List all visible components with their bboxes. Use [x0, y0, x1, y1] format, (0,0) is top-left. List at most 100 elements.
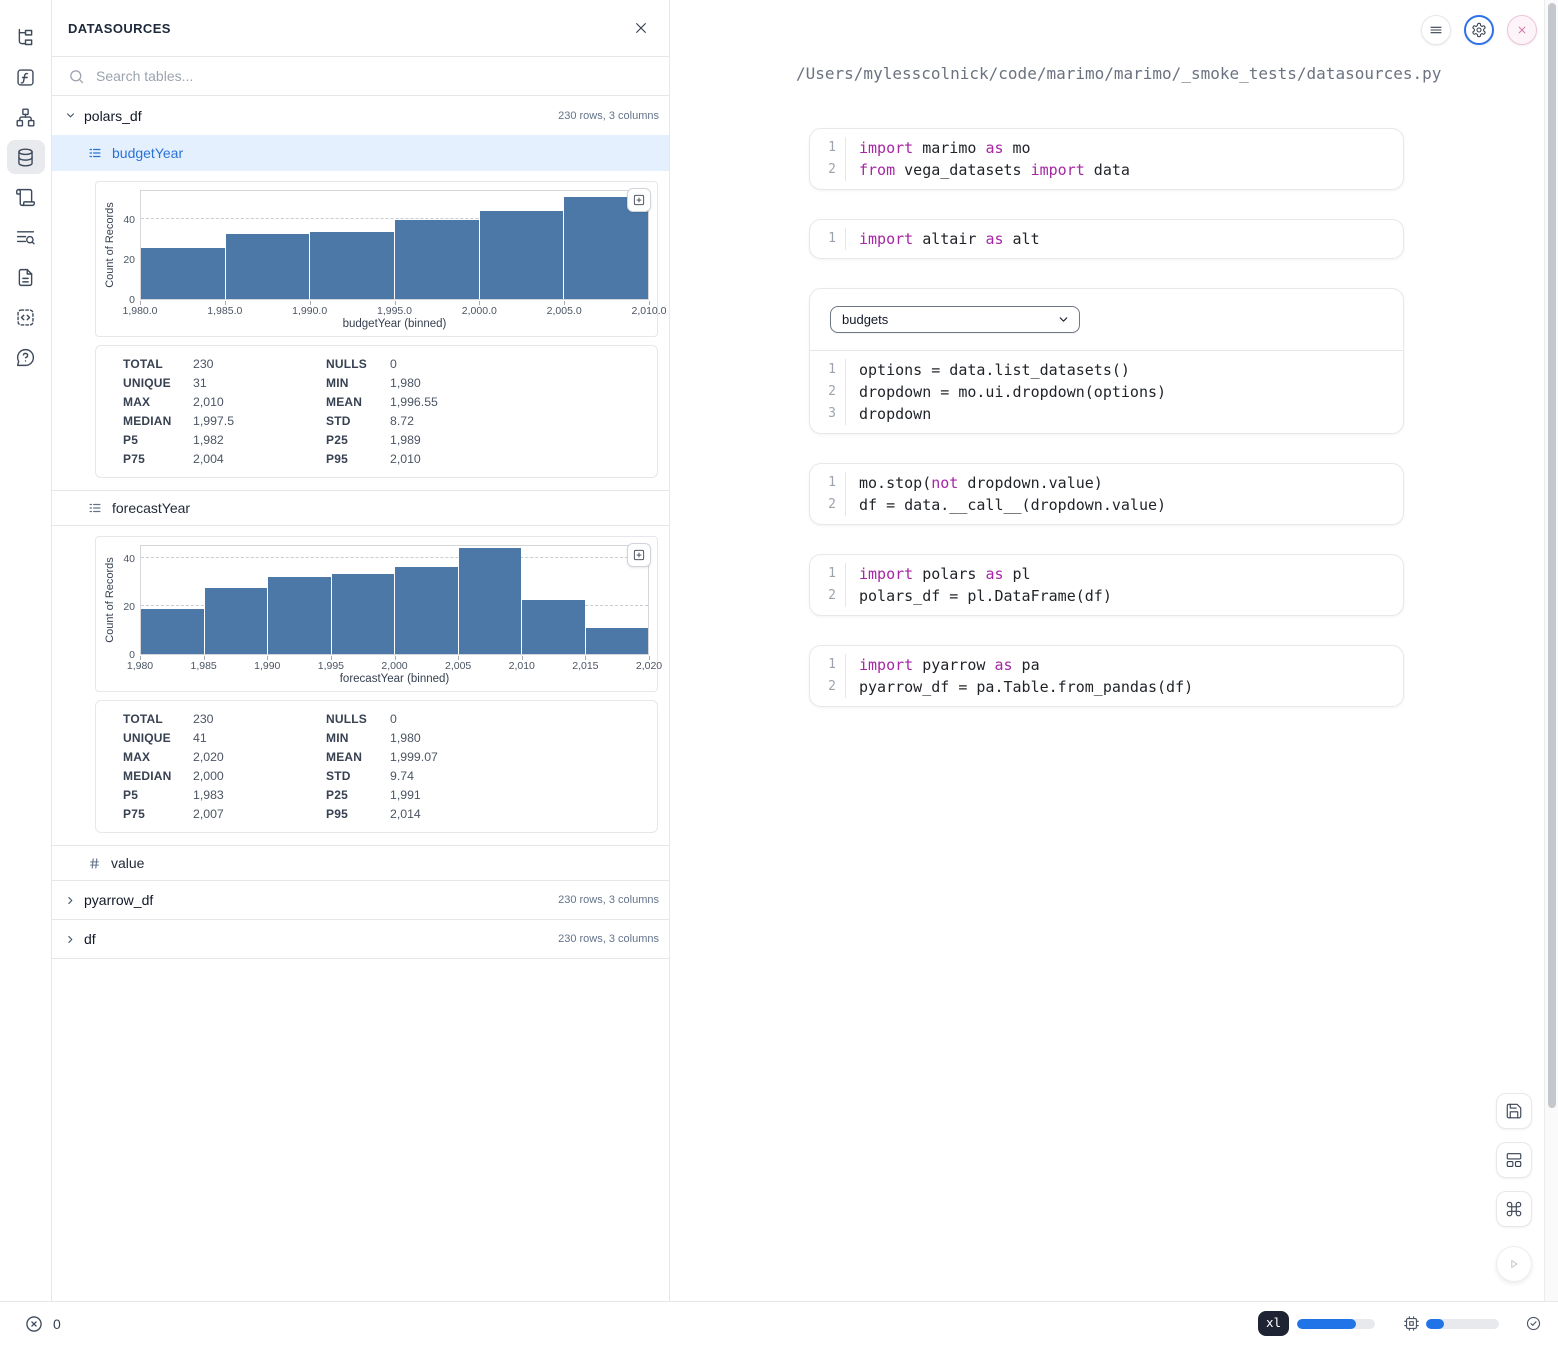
chevron-down-icon — [1057, 313, 1070, 326]
keyword-token: import — [859, 230, 913, 248]
code-text: import altair as alt — [846, 228, 1040, 250]
code-line: 2pyarrow_df = pa.Table.from_pandas(df) — [810, 676, 1403, 698]
cells-container: 1 import marimo as mo2from vega_datasets … — [809, 128, 1404, 707]
sidebar-item-scratchpad[interactable] — [7, 180, 45, 214]
stat-label: P95 — [326, 452, 390, 466]
code-cell[interactable]: 1import pyarrow as pa2pyarrow_df = pa.Ta… — [809, 645, 1404, 707]
sidebar-item-file-tree[interactable] — [7, 20, 45, 54]
stat-label: UNIQUE — [123, 731, 193, 745]
code-token: options = data.list_datasets() — [859, 361, 1130, 379]
connection-status[interactable] — [1525, 1315, 1542, 1332]
cpu-usage-fill — [1426, 1319, 1444, 1329]
code-cell[interactable]: budgets 1 options = data.list_datasets() 2d… — [809, 288, 1404, 434]
code-line: 2polars_df = pl.DataFrame(df) — [810, 585, 1403, 607]
x-tick-label: 2,010 — [509, 660, 535, 672]
table-row-pyarrow-df[interactable]: pyarrow_df 230 rows, 3 columns — [52, 881, 669, 920]
menu-button[interactable] — [1421, 15, 1451, 45]
code-token: dropdown — [859, 405, 931, 423]
table-meta: 230 rows, 3 columns — [558, 110, 659, 122]
gear-icon — [1471, 22, 1487, 38]
x-tick-label: 2,000 — [381, 660, 407, 672]
expand-chart-button[interactable] — [627, 188, 651, 212]
code-editor[interactable]: 1import polars as pl2polars_df = pl.Data… — [810, 563, 1403, 607]
code-token: df = data.__call__(dropdown.value) — [859, 496, 1166, 514]
layout-icon — [1505, 1151, 1523, 1169]
code-editor[interactable]: 1import marimo as mo2from vega_datasets … — [810, 137, 1403, 181]
histogram-bar — [458, 548, 522, 654]
code-text: import marimo as mo — [846, 137, 1031, 159]
histogram-bar — [394, 220, 479, 299]
code-cell[interactable]: 1import polars as pl2polars_df = pl.Data… — [809, 554, 1404, 616]
layout-button[interactable] — [1496, 1142, 1532, 1178]
size-badge[interactable]: xl — [1258, 1311, 1289, 1336]
code-cell[interactable]: 1mo.stop(not dropdown.value)2df = data._… — [809, 463, 1404, 525]
help-bubble-icon — [15, 347, 36, 368]
column-row-budgetyear[interactable]: budgetYear — [52, 135, 669, 171]
x-tick-label: 2,020 — [636, 660, 662, 672]
code-token: mo — [1004, 139, 1031, 157]
sidebar-item-dependency-graph[interactable] — [7, 100, 45, 134]
keyword-token: as — [994, 656, 1012, 674]
line-number: 2 — [810, 381, 846, 403]
stat-value: 8.72 — [390, 414, 657, 428]
settings-button[interactable] — [1464, 15, 1494, 45]
cpu-usage-bar — [1426, 1319, 1499, 1329]
keyboard-shortcuts-button[interactable] — [1496, 1191, 1532, 1227]
search-input[interactable] — [96, 68, 653, 84]
code-editor[interactable]: 1options = data.list_datasets()2dropdown… — [810, 359, 1403, 425]
search-bar — [52, 57, 669, 96]
code-editor[interactable]: 1import altair as alt — [810, 228, 1403, 250]
stat-value: 2,020 — [193, 750, 326, 764]
table-meta: 230 rows, 3 columns — [558, 894, 659, 906]
app-window: DATASOURCES polars_df 230 rows, 3 column… — [0, 0, 1558, 1301]
column-row-value[interactable]: value — [52, 845, 669, 881]
bars — [141, 191, 648, 299]
histogram-bar — [331, 574, 395, 654]
play-icon — [1505, 1255, 1523, 1273]
stat-label: MEDIAN — [123, 769, 193, 783]
stat-value: 9.74 — [390, 769, 657, 783]
save-button[interactable] — [1496, 1093, 1532, 1129]
code-token: alt — [1004, 230, 1040, 248]
run-button[interactable] — [1496, 1246, 1532, 1282]
y-tick-label: 40 — [123, 214, 135, 226]
error-indicator[interactable]: 0 — [24, 1314, 61, 1334]
bars — [141, 546, 648, 654]
code-editor[interactable]: 1import pyarrow as pa2pyarrow_df = pa.Ta… — [810, 654, 1403, 698]
stat-label: MEDIAN — [123, 414, 193, 428]
sidebar-item-functions[interactable] — [7, 60, 45, 94]
sidebar-item-snippets[interactable] — [7, 300, 45, 334]
stat-value: 1,997.5 — [193, 414, 326, 428]
code-line: 2from vega_datasets import data — [810, 159, 1403, 181]
sidebar-item-help[interactable] — [7, 340, 45, 374]
sidebar-item-datasources[interactable] — [7, 140, 45, 174]
code-snippet-icon — [15, 307, 36, 328]
code-cell[interactable]: 1import marimo as mo2from vega_datasets … — [809, 128, 1404, 190]
line-number: 1 — [810, 359, 846, 381]
expand-chart-button[interactable] — [627, 543, 651, 567]
stat-label: P75 — [123, 807, 193, 821]
scrollbar-thumb[interactable] — [1548, 3, 1556, 1108]
column-row-forecastyear[interactable]: forecastYear — [52, 490, 669, 526]
code-line: 1import altair as alt — [810, 228, 1403, 250]
resource-indicators: xl — [1258, 1311, 1542, 1336]
line-number: 2 — [810, 494, 846, 516]
table-row-polars-df[interactable]: polars_df 230 rows, 3 columns — [52, 96, 669, 135]
sidebar-item-documentation[interactable] — [7, 260, 45, 294]
notebook-area: /Users/mylesscolnick/code/marimo/marimo/… — [670, 0, 1558, 1301]
code-editor[interactable]: 1mo.stop(not dropdown.value)2df = data._… — [810, 472, 1403, 516]
histogram-bar — [479, 211, 564, 299]
text-search-icon — [15, 227, 36, 248]
histogram-bar — [563, 197, 648, 299]
cell-actions — [1496, 1093, 1532, 1282]
shutdown-button[interactable] — [1507, 15, 1537, 45]
sidebar-item-logs[interactable] — [7, 220, 45, 254]
stat-label: P95 — [326, 807, 390, 821]
table-row-df[interactable]: df 230 rows, 3 columns — [52, 920, 669, 959]
vertical-scrollbar[interactable] — [1544, 0, 1558, 1301]
code-text: dropdown = mo.ui.dropdown(options) — [846, 381, 1166, 403]
stat-value: 2,000 — [193, 769, 326, 783]
code-cell[interactable]: 1import altair as alt — [809, 219, 1404, 259]
dataset-dropdown[interactable]: budgets — [830, 306, 1080, 333]
close-panel-button[interactable] — [633, 20, 649, 36]
